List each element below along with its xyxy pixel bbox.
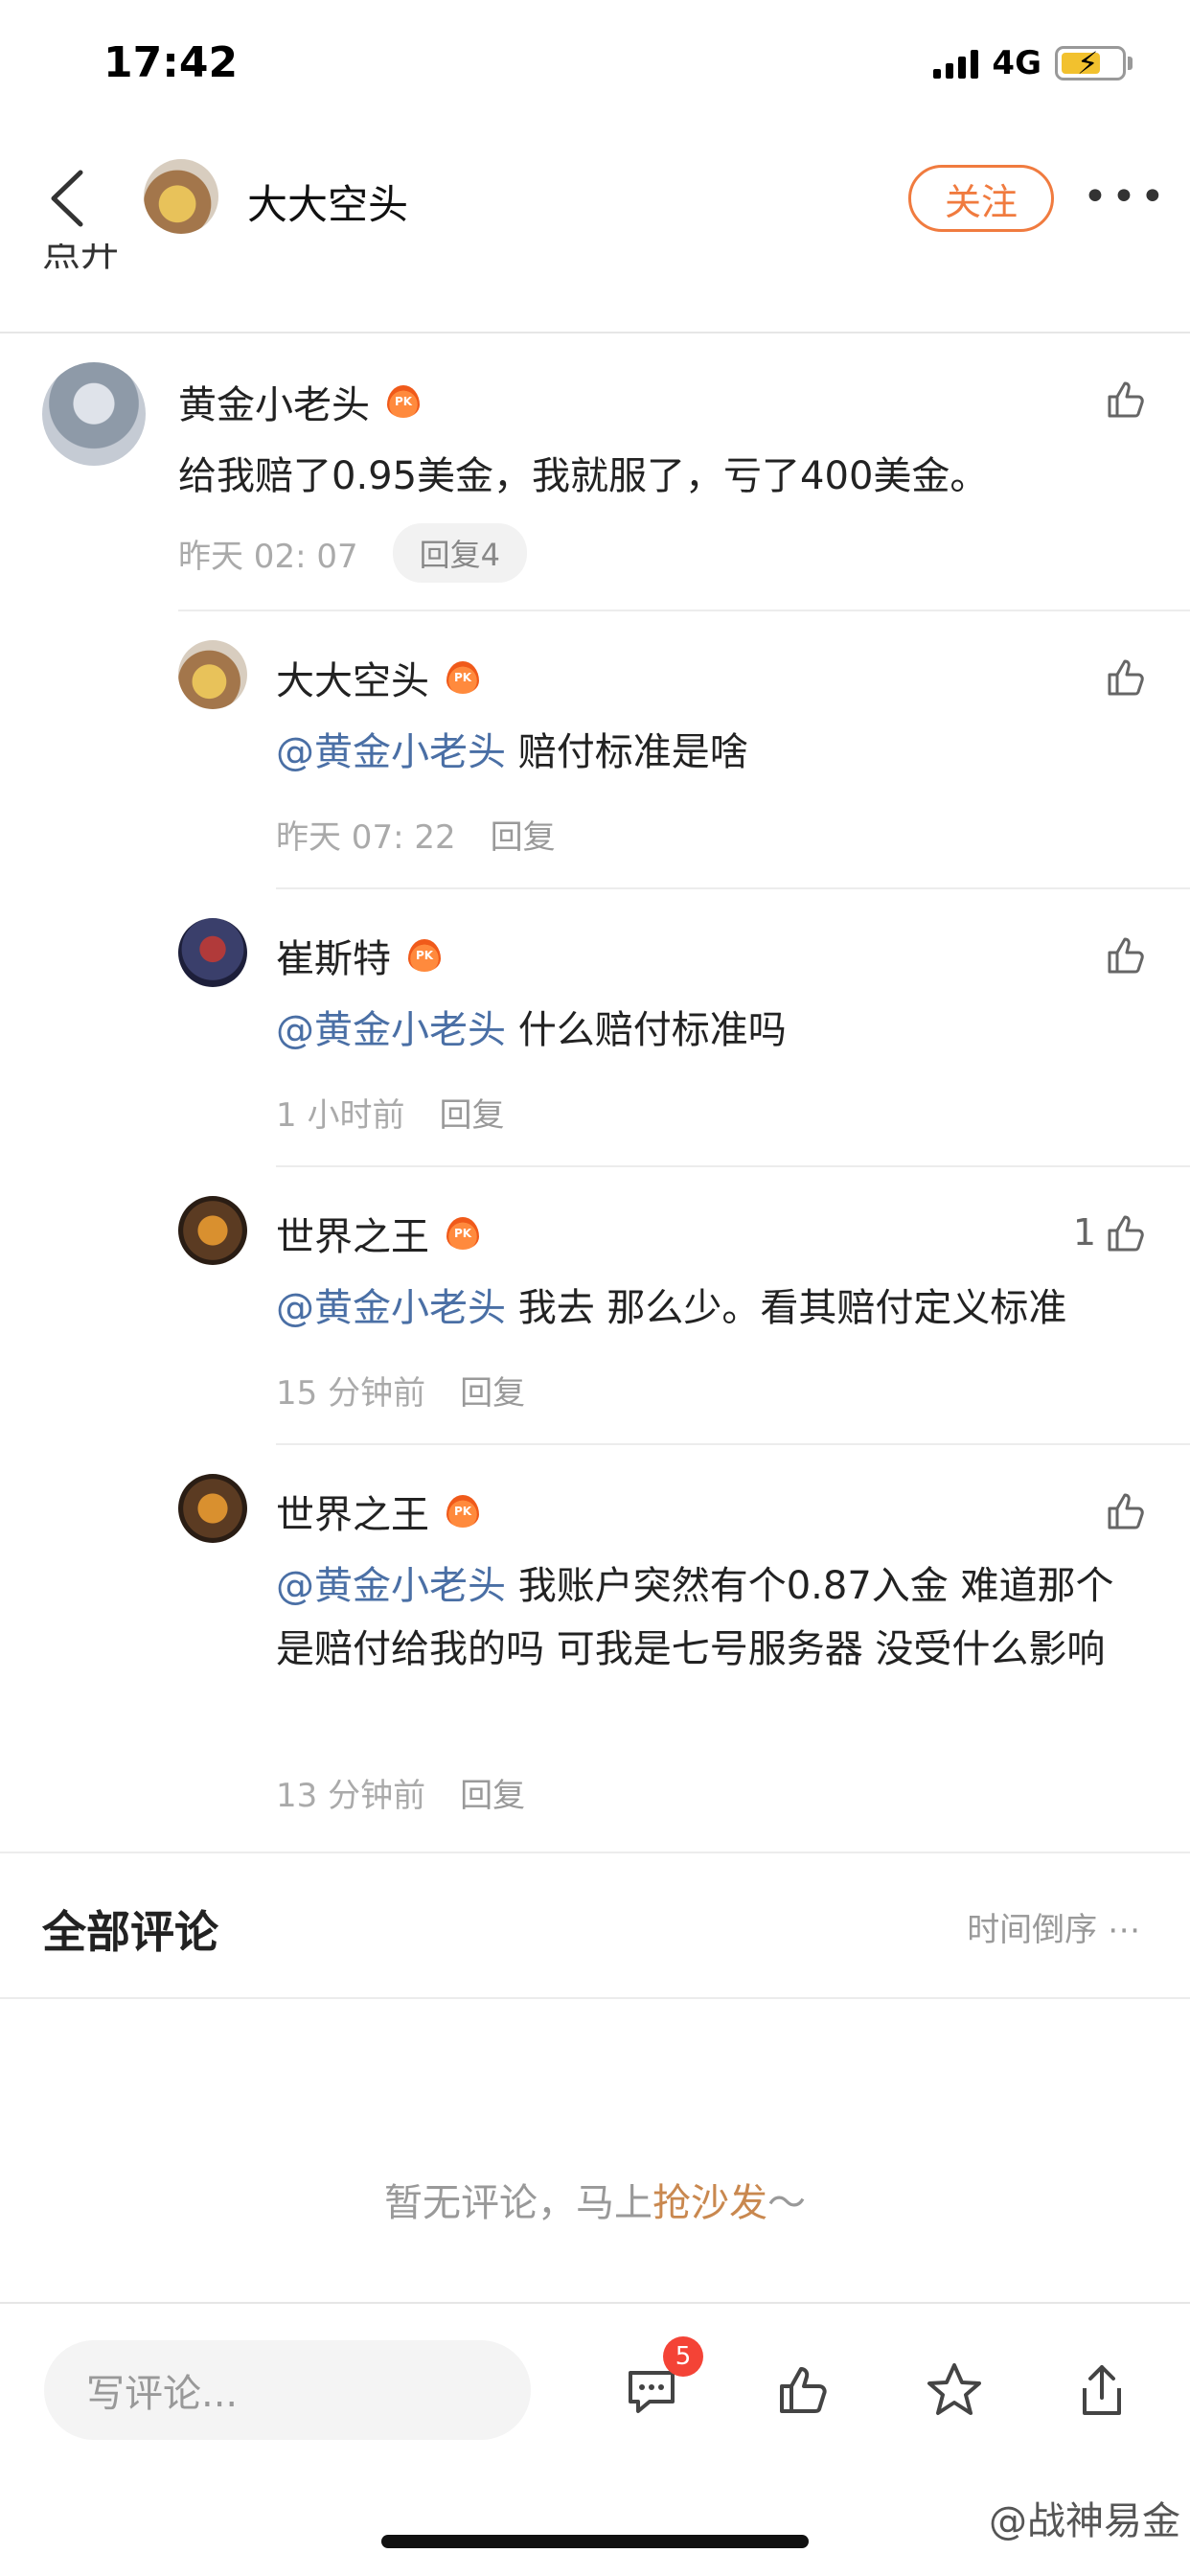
- reply-header: 大大空头 PK: [276, 650, 479, 705]
- empty-prefix: 暂无评论，马上: [384, 2181, 652, 2225]
- reply-body: 赔付标准是啥: [506, 730, 748, 774]
- home-indicator: [381, 2535, 809, 2548]
- network-type: 4G: [992, 44, 1041, 82]
- signal-icon: [933, 48, 979, 79]
- favorite-button[interactable]: [918, 2352, 991, 2428]
- comment-input[interactable]: 写评论...: [44, 2340, 531, 2440]
- reply-text: @黄金小老头 赔付标准是啥: [276, 721, 1138, 784]
- watermark: @战神易金: [989, 2499, 1180, 2543]
- like-count: 1: [1072, 1211, 1096, 1254]
- username[interactable]: 黄金小老头: [178, 374, 370, 429]
- clipped-post-text: 点开: [42, 243, 119, 275]
- like-button[interactable]: [1102, 654, 1148, 700]
- battery-tip: [1128, 57, 1133, 70]
- reply-header: 世界之王 PK: [276, 1484, 479, 1539]
- sort-order-button[interactable]: 时间倒序 ⋯: [967, 1903, 1140, 1950]
- pk-badge-icon: PK: [408, 939, 441, 972]
- username[interactable]: 世界之王: [276, 1484, 429, 1539]
- pk-badge-icon: PK: [446, 661, 479, 694]
- username[interactable]: 崔斯特: [276, 928, 391, 983]
- author-name[interactable]: 大大空头: [247, 172, 408, 231]
- mention-link[interactable]: @黄金小老头: [276, 730, 506, 774]
- status-indicators: 4G ⚡: [933, 44, 1133, 82]
- share-icon: [1083, 2365, 1121, 2415]
- like-button[interactable]: [1102, 376, 1148, 422]
- divider: [0, 1852, 1190, 1853]
- pk-badge-icon: PK: [387, 385, 420, 418]
- thumbs-up-icon: [1108, 937, 1144, 974]
- reply-time: 13 分钟前: [276, 1777, 426, 1815]
- avatar[interactable]: [178, 918, 247, 987]
- avatar[interactable]: [178, 1474, 247, 1543]
- reply-meta: 13 分钟前 回复: [276, 1769, 525, 1816]
- comment-text: 给我赔了0.95美金，我就服了，亏了400美金。: [178, 454, 989, 498]
- avatar[interactable]: [178, 1196, 247, 1265]
- like-post-button[interactable]: [767, 2352, 839, 2428]
- thumbs-up-icon: [1108, 1493, 1144, 1530]
- comment-time: 昨天 02: 07: [178, 537, 358, 576]
- reply-button[interactable]: 回复: [460, 1367, 525, 1414]
- reply-time: 1 小时前: [276, 1096, 405, 1135]
- share-button[interactable]: [1065, 2352, 1138, 2428]
- reply-button[interactable]: 回复: [491, 811, 556, 858]
- reply-body: 我去 那么少。看其赔付定义标准: [506, 1286, 1067, 1330]
- comment-header: 黄金小老头 PK: [178, 374, 420, 429]
- all-comments-title: 全部评论: [42, 1906, 218, 1958]
- mention-link[interactable]: @黄金小老头: [276, 1286, 506, 1330]
- reply-button[interactable]: 回复: [439, 1089, 504, 1136]
- reply-meta: 昨天 07: 22 回复: [276, 811, 556, 858]
- status-time: 17:42: [103, 38, 239, 87]
- thumbs-up-icon: [1108, 1215, 1144, 1252]
- like-button[interactable]: 1: [1073, 1209, 1148, 1255]
- view-replies-button[interactable]: 回复4: [392, 523, 527, 583]
- reply-text: @黄金小老头 我账户突然有个0.87入金 难道那个是赔付给我的吗 可我是七号服务…: [276, 1554, 1138, 1681]
- reply-text: @黄金小老头 我去 那么少。看其赔付定义标准: [276, 1276, 1138, 1340]
- reply-button[interactable]: 回复: [460, 1769, 525, 1816]
- avatar[interactable]: [42, 362, 146, 466]
- battery-icon: ⚡: [1055, 45, 1126, 81]
- empty-comments-message: 暂无评论，马上抢沙发～: [0, 2172, 1190, 2227]
- back-button[interactable]: [42, 165, 100, 232]
- mention-link[interactable]: @黄金小老头: [276, 1564, 506, 1608]
- pk-badge-icon: PK: [446, 1495, 479, 1528]
- avatar[interactable]: [178, 640, 247, 709]
- star-icon: [927, 2363, 981, 2415]
- chevron-left-icon: [51, 170, 83, 227]
- divider: [276, 1165, 1190, 1167]
- thumbs-up-icon: [1108, 659, 1144, 696]
- pk-badge-icon: PK: [446, 1217, 479, 1250]
- username[interactable]: 大大空头: [276, 650, 429, 705]
- reply-time: 15 分钟前: [276, 1374, 426, 1413]
- thumbs-up-icon: [1108, 381, 1144, 418]
- reply-meta: 1 小时前 回复: [276, 1089, 504, 1136]
- like-button[interactable]: [1102, 932, 1148, 978]
- reply-time: 昨天 07: 22: [276, 818, 456, 857]
- thumbs-up-icon: [780, 2367, 827, 2413]
- comment-meta: 昨天 02: 07 回复4: [178, 523, 527, 583]
- reply-header: 世界之王 PK: [276, 1206, 479, 1261]
- divider: [276, 1443, 1190, 1445]
- divider: [0, 332, 1190, 334]
- author-avatar[interactable]: [144, 159, 218, 234]
- reply-text: @黄金小老头 什么赔付标准吗: [276, 999, 1138, 1062]
- like-button[interactable]: [1102, 1487, 1148, 1533]
- mention-link[interactable]: @黄金小老头: [276, 1008, 506, 1052]
- comment-count-badge: 5: [663, 2336, 703, 2377]
- reply-header: 崔斯特 PK: [276, 928, 441, 983]
- reply-body: 什么赔付标准吗: [506, 1008, 787, 1052]
- reply-meta: 15 分钟前 回复: [276, 1367, 525, 1414]
- username[interactable]: 世界之王: [276, 1206, 429, 1261]
- divider: [0, 2302, 1190, 2304]
- divider: [276, 887, 1190, 889]
- empty-suffix: ～: [767, 2181, 806, 2225]
- divider: [0, 1997, 1190, 1999]
- grab-sofa-link[interactable]: 抢沙发: [652, 2181, 767, 2225]
- more-options-button[interactable]: •••: [1083, 172, 1169, 221]
- divider: [178, 610, 1190, 611]
- follow-button[interactable]: 关注: [908, 165, 1054, 232]
